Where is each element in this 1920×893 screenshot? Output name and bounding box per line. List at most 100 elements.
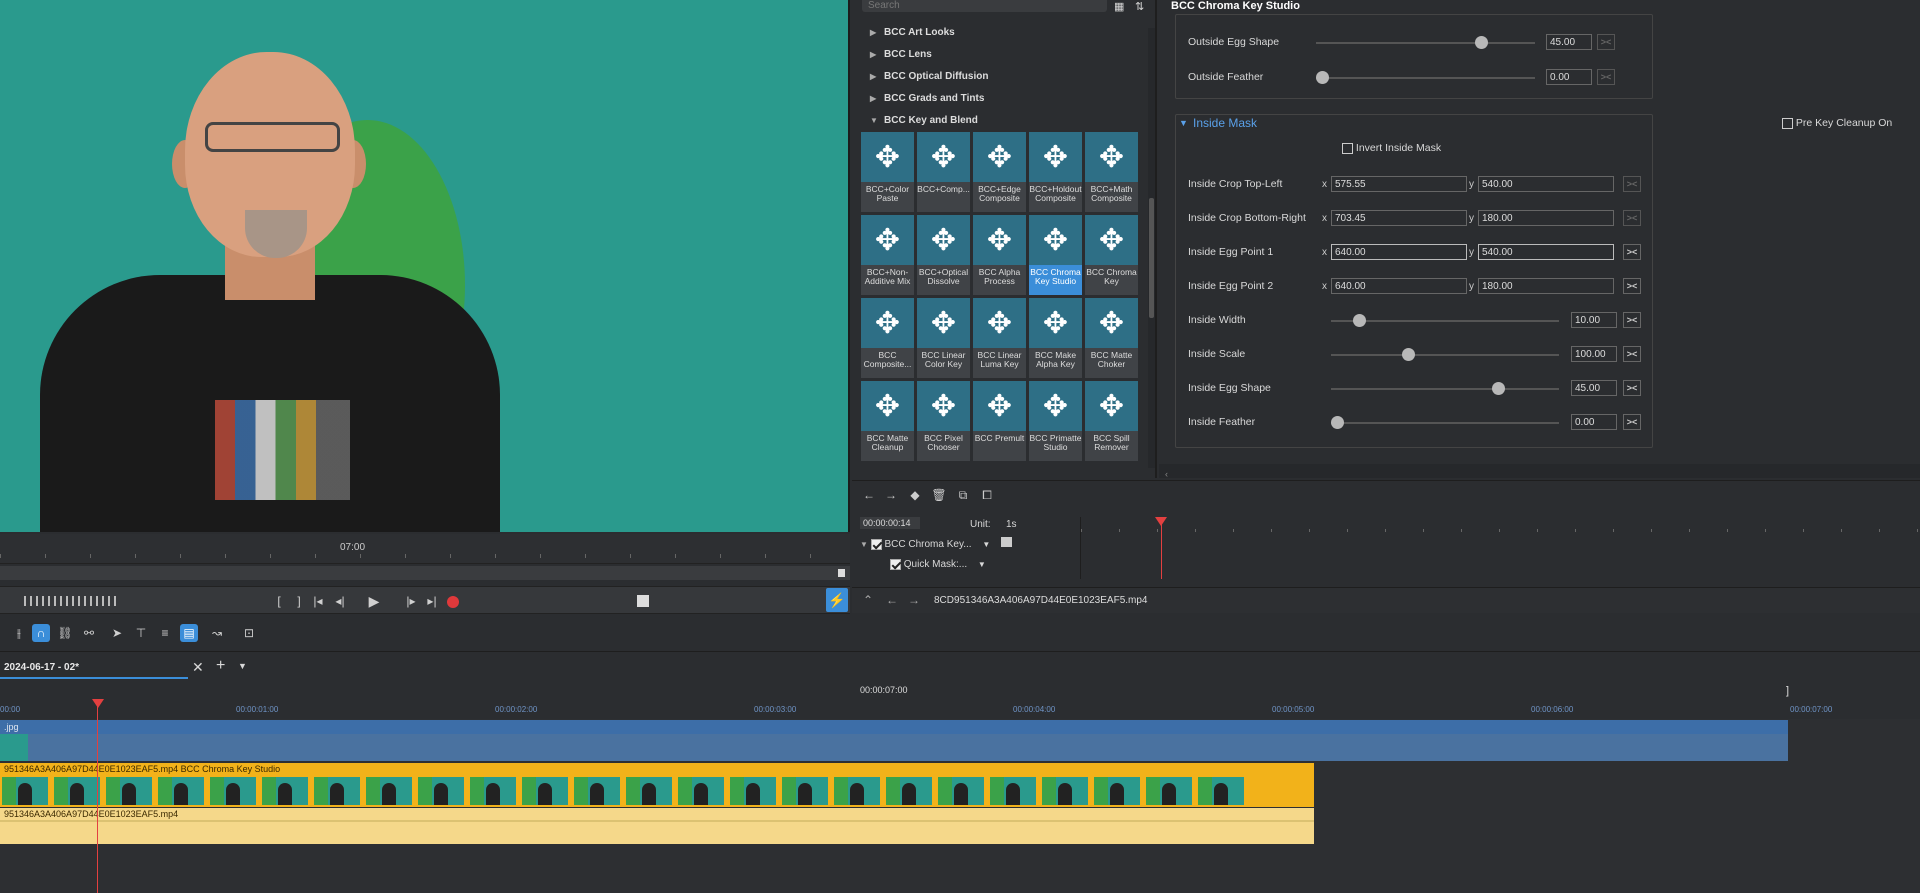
inside-width-input[interactable]: 10.00 [1571, 312, 1617, 328]
timeline[interactable]: 00:00:07:00 ] 00:00 00:00:01:00 00:00:02… [0, 683, 1920, 893]
keyframe-button[interactable]: >< [1623, 176, 1641, 192]
outside-feather-slider[interactable] [1316, 71, 1535, 84]
slider-knob[interactable] [1316, 71, 1329, 84]
effect-tile[interactable]: ✥ BCC+Color Paste [861, 132, 914, 212]
track-row[interactable]: ▼ BCC Chroma Key... ▼ [860, 537, 1013, 550]
back-icon[interactable]: ← [884, 593, 900, 607]
inside-feather-slider[interactable] [1331, 416, 1559, 429]
unlink-icon[interactable]: ⚯ [80, 624, 98, 642]
trash-icon[interactable]: 🗑 [930, 488, 948, 504]
chevron-down-icon[interactable]: ▼ [238, 661, 247, 671]
quick-mask-checkbox[interactable] [890, 559, 901, 570]
effect-tile[interactable]: ✥ BCC+Non-Additive Mix [861, 215, 914, 295]
trim-icon[interactable]: ⊤ [132, 624, 150, 642]
category-key-blend[interactable]: ▼ BCC Key and Blend [870, 115, 978, 126]
effect-tile[interactable]: ✥ BCC Linear Luma Key [973, 298, 1026, 378]
category-grads-tints[interactable]: ▶ BCC Grads and Tints [870, 93, 984, 104]
scrub-knob[interactable] [838, 569, 845, 577]
outside-egg-shape-input[interactable]: 45.00 [1546, 34, 1592, 50]
keyframe-button[interactable]: >< [1623, 380, 1641, 396]
goto-in-icon[interactable]: |◂ [310, 592, 326, 610]
keyframe-button[interactable]: >< [1597, 34, 1615, 50]
image-track-body[interactable] [0, 734, 1788, 761]
next-frame-icon[interactable]: |▸ [403, 592, 419, 610]
effect-tile[interactable]: ✥ BCC Linear Color Key [917, 298, 970, 378]
slider-knob[interactable] [1401, 348, 1415, 361]
tab-sequence[interactable]: 2024-06-17 - 02* [0, 657, 188, 679]
pre-key-cleanup-checkbox[interactable] [1782, 117, 1793, 129]
video-clip-thumbnails[interactable] [0, 775, 1314, 807]
effect-tile-selected[interactable]: ✥ BCC Chroma Key Studio [1029, 215, 1082, 295]
dropdown-icon[interactable]: ▼ [978, 560, 986, 569]
copy-icon[interactable]: ⧉ [954, 488, 972, 504]
inside-width-slider[interactable] [1331, 314, 1559, 327]
egg-point-1-x-input[interactable]: 640.00 [1331, 244, 1467, 260]
inside-scale-slider[interactable] [1331, 348, 1559, 361]
prev-frame-icon[interactable]: ◂| [332, 592, 348, 610]
category-art-looks[interactable]: ▶ BCC Art Looks [870, 27, 955, 38]
arrow-right-icon[interactable]: → [882, 488, 900, 504]
keyframe-button[interactable]: >< [1623, 278, 1641, 294]
keyframe-button[interactable]: >< [1623, 414, 1641, 430]
mark-in-icon[interactable]: [ [274, 592, 284, 610]
crop-top-left-y-input[interactable]: 540.00 [1478, 176, 1614, 192]
play-icon[interactable]: ▶ [366, 592, 382, 610]
add-keyframe-icon[interactable]: ◆ [906, 488, 924, 504]
inspector-hscrollbar[interactable]: ‹ [1159, 464, 1920, 479]
pointer-icon[interactable]: ➤ [108, 624, 126, 642]
keyframe-playhead[interactable] [1161, 523, 1162, 579]
effect-tile[interactable]: ✥ BCC Pixel Chooser [917, 381, 970, 461]
search-input[interactable]: Search [862, 0, 1107, 12]
inside-egg-shape-slider[interactable] [1331, 382, 1559, 395]
effect-tile[interactable]: ✥ BCC Make Alpha Key [1029, 298, 1082, 378]
preview-ruler[interactable]: 07:00 [0, 534, 850, 564]
invert-inside-mask-toggle[interactable]: Invert Inside Mask [1342, 142, 1441, 154]
egg-point-2-x-input[interactable]: 640.00 [1331, 278, 1467, 294]
scroll-thumb[interactable] [1149, 198, 1154, 318]
effect-tile[interactable]: ✥ BCC Primatte Studio [1029, 381, 1082, 461]
mask-icon[interactable] [1001, 537, 1013, 547]
inside-feather-input[interactable]: 0.00 [1571, 414, 1617, 430]
effect-tile[interactable]: ✥ BCC Spill Remover [1085, 381, 1138, 461]
inside-scale-input[interactable]: 100.00 [1571, 346, 1617, 362]
keyframe-button[interactable]: >< [1623, 210, 1641, 226]
effect-tile[interactable]: ✥ BCC Alpha Process [973, 215, 1026, 295]
effect-tile[interactable]: ✥ BCC Premult [973, 381, 1026, 461]
effect-tile[interactable]: ✥ BCC+Optical Dissolve [917, 215, 970, 295]
keyframe-button[interactable]: >< [1623, 244, 1641, 260]
effect-tile[interactable]: ✥ BCC Composite... [861, 298, 914, 378]
outside-egg-shape-slider[interactable] [1316, 36, 1535, 49]
keyframe-button[interactable]: >< [1597, 69, 1615, 85]
effect-tile[interactable]: ✥ BCC Chroma Key [1085, 215, 1138, 295]
mark-out-icon[interactable]: ] [294, 592, 304, 610]
ripple-icon[interactable]: ≡ [156, 624, 174, 642]
paste-icon[interactable]: ⧠ [978, 488, 996, 504]
playhead[interactable] [92, 699, 104, 893]
keyframe-timecode[interactable]: 00:00:00:14 [860, 517, 920, 529]
close-icon[interactable]: ✕ [192, 659, 204, 676]
effect-tile[interactable]: ✥ BCC+Math Composite [1085, 132, 1138, 212]
magnet-icon[interactable]: ∩ [32, 624, 50, 642]
record-icon[interactable] [447, 596, 459, 608]
goto-out-icon[interactable]: ▸| [424, 592, 440, 610]
crop-bottom-right-y-input[interactable]: 180.00 [1478, 210, 1614, 226]
fit-icon[interactable]: ⊡ [240, 624, 258, 642]
category-lens[interactable]: ▶ BCC Lens [870, 49, 932, 60]
split-icon[interactable]: ⫲ [10, 624, 28, 642]
effect-tile[interactable]: ✥ BCC+Comp... [917, 132, 970, 212]
invert-checkbox[interactable] [1342, 142, 1353, 154]
add-tab-icon[interactable]: + [216, 657, 225, 675]
dropdown-icon[interactable]: ▼ [982, 540, 990, 549]
playhead-handle[interactable] [92, 699, 104, 708]
effect-tile[interactable]: ✥ BCC+Edge Composite [973, 132, 1026, 212]
marker-icon[interactable] [637, 595, 649, 607]
egg-point-2-y-input[interactable]: 180.00 [1478, 278, 1614, 294]
slider-knob[interactable] [1352, 314, 1366, 327]
crop-bottom-right-x-input[interactable]: 703.45 [1331, 210, 1467, 226]
slider-knob[interactable] [1492, 382, 1506, 395]
effect-tile[interactable]: ✥ BCC Matte Cleanup [861, 381, 914, 461]
curve-icon[interactable]: ↝ [208, 624, 226, 642]
lightning-icon[interactable]: ⚡ [826, 588, 848, 612]
keyframe-button[interactable]: >< [1623, 346, 1641, 362]
audio-clip[interactable]: 951346A3A406A97D44E0E1023EAF5.mp4 [0, 808, 1314, 820]
